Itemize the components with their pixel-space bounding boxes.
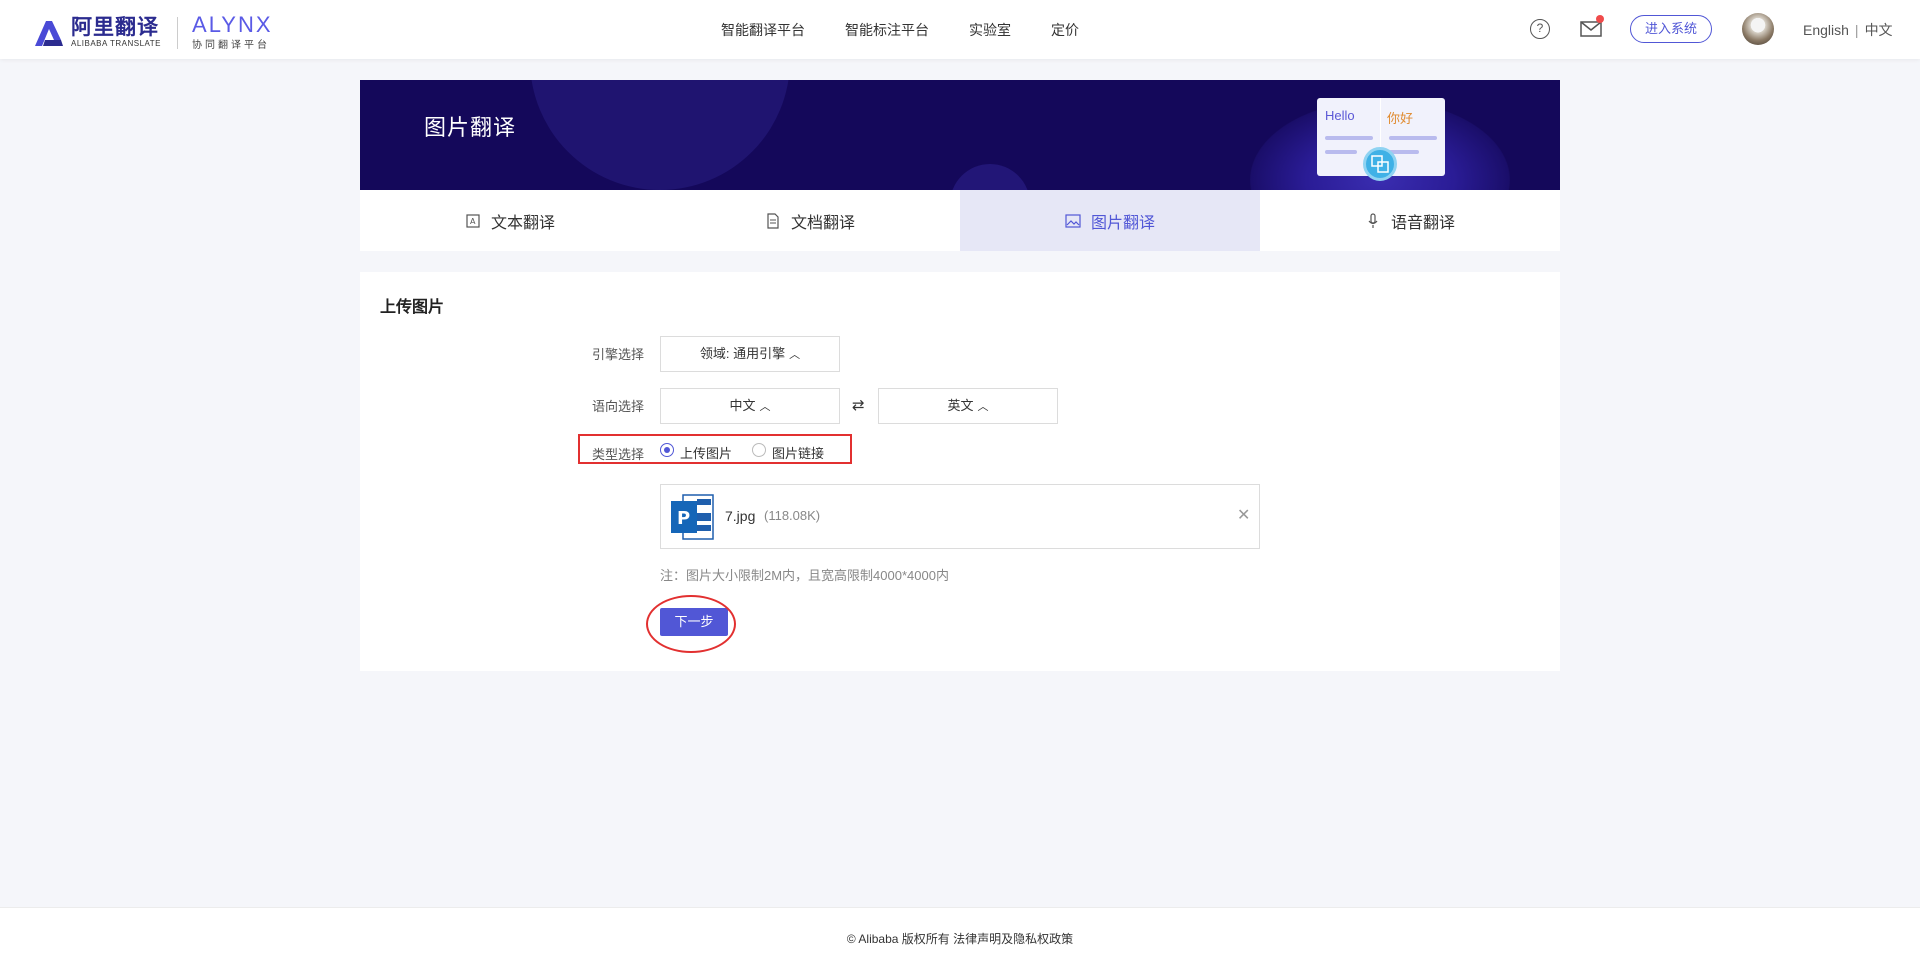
tab-label: 语音翻译 (1390, 214, 1455, 232)
nav-smart-annotation[interactable]: 智能标注平台 (845, 20, 929, 40)
image-file-icon: P (671, 494, 714, 540)
banner-decor-circle (950, 164, 1030, 190)
radio-image-link[interactable] (752, 443, 766, 457)
page-banner: 图片翻译 Hello 你好 (360, 80, 1560, 190)
direction-label: 语向选择 (592, 399, 645, 414)
file-size: (118.08K) (764, 508, 821, 523)
lang-chinese[interactable]: 中文 (1865, 22, 1893, 38)
main-nav: 智能翻译平台 智能标注平台 实验室 定价 (721, 20, 1079, 40)
nav-lab[interactable]: 实验室 (969, 20, 1011, 40)
section-title: 上传图片 (380, 299, 445, 316)
radio-upload-image-label[interactable]: 上传图片 (680, 443, 732, 462)
next-button-highlight (646, 595, 736, 653)
alynx-brand: ALYNX (192, 12, 273, 37)
microphone-icon (1368, 212, 1378, 228)
close-icon[interactable]: ✕ (1237, 508, 1250, 524)
logo-divider (177, 16, 179, 49)
tab-label: 文档翻译 (790, 214, 855, 232)
engine-select[interactable]: 领域: 通用引擎 ︿ (660, 336, 840, 372)
radio-upload-image[interactable] (660, 443, 674, 457)
tab-image-translate[interactable]: 图片翻译 (960, 190, 1260, 251)
logo-english-name: ALIBABA TRANSLATE (71, 39, 162, 48)
source-language-value: 中文 (729, 398, 756, 413)
translation-tabs: A 文本翻译 文档翻译 图片翻译 语音翻译 (360, 190, 1560, 251)
file-name: 7.jpg (725, 508, 756, 524)
type-label: 类型选择 (592, 447, 645, 462)
translate-badge-icon (1363, 147, 1397, 181)
card-hello-text: Hello (1325, 108, 1355, 123)
footer-copyright[interactable]: © Alibaba 版权所有 法律声明及隐私权政策 (847, 932, 1073, 946)
language-switch: English | 中文 (1803, 20, 1893, 40)
logo[interactable]: 阿里翻译 ALIBABA TRANSLATE ALYNX 协同翻译平台 (31, 14, 273, 51)
banner-decor-circle (530, 80, 790, 190)
uploaded-file-item: P 7.jpg (118.08K) ✕ (660, 484, 1260, 549)
notification-dot (1596, 15, 1604, 23)
nav-pricing[interactable]: 定价 (1051, 20, 1079, 40)
engine-label: 引擎选择 (592, 347, 645, 362)
banner-title: 图片翻译 (424, 115, 517, 140)
radio-image-link-label[interactable]: 图片链接 (772, 443, 824, 462)
tab-label: 文本翻译 (490, 214, 555, 232)
tab-text-translate[interactable]: A 文本翻译 (360, 190, 660, 251)
logo-chinese-name: 阿里翻译 (71, 16, 159, 39)
chevron-up-icon: ︿ (977, 401, 989, 413)
lang-english[interactable]: English (1803, 22, 1849, 38)
text-translate-icon: A (466, 213, 480, 228)
tab-document-translate[interactable]: 文档翻译 (660, 190, 960, 251)
nav-smart-translate[interactable]: 智能翻译平台 (721, 20, 805, 40)
chevron-up-icon: ︿ (789, 349, 801, 361)
help-icon[interactable]: ? (1530, 19, 1550, 39)
user-avatar[interactable] (1742, 13, 1774, 45)
alibaba-translate-logo-icon (35, 20, 63, 46)
svg-text:A: A (470, 217, 476, 226)
engine-value: 领域: 通用引擎 (699, 346, 786, 361)
source-language-select[interactable]: 中文 ︿ (660, 388, 840, 424)
enter-system-button[interactable]: 进入系统 (1630, 15, 1712, 43)
top-header: 阿里翻译 ALIBABA TRANSLATE ALYNX 协同翻译平台 智能翻译… (0, 0, 1920, 59)
alynx-subtitle: 协同翻译平台 (192, 40, 271, 51)
upload-note: 注：图片大小限制2M内，且宽高限制4000*4000内 (660, 568, 949, 583)
footer: © Alibaba 版权所有 法律声明及隐私权政策 (0, 907, 1920, 969)
upload-panel: 上传图片 引擎选择 领域: 通用引擎 ︿ 语向选择 中文 ︿ ⇄ 英文 ︿ 类型选择 … (360, 272, 1560, 671)
target-language-value: 英文 (947, 398, 974, 413)
chevron-up-icon: ︿ (759, 401, 771, 413)
swap-languages-icon[interactable]: ⇄ (852, 396, 865, 414)
tab-label: 图片翻译 (1090, 214, 1155, 232)
card-nihao-text: 你好 (1387, 111, 1414, 126)
image-icon (1065, 213, 1081, 228)
lang-separator: | (1854, 22, 1859, 38)
target-language-select[interactable]: 英文 ︿ (878, 388, 1058, 424)
document-icon (767, 212, 779, 229)
tab-voice-translate[interactable]: 语音翻译 (1260, 190, 1560, 251)
svg-text:P: P (677, 508, 690, 529)
